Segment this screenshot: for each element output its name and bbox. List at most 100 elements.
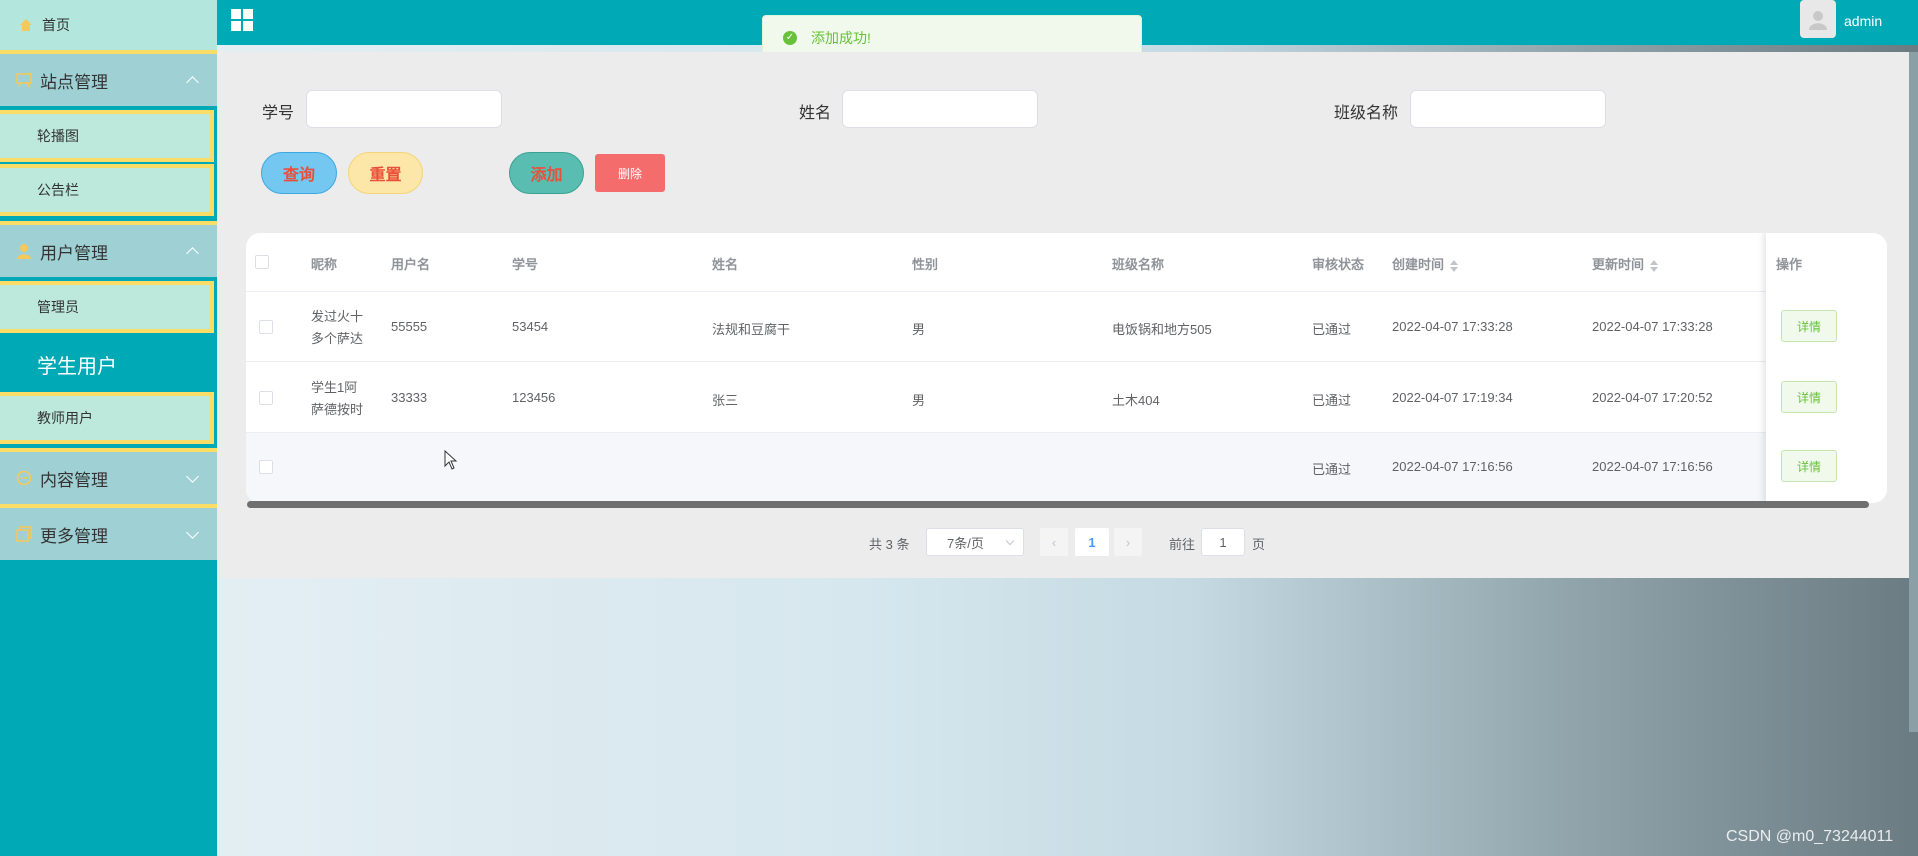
menu-grid-icon[interactable] bbox=[231, 9, 253, 31]
chevron-down-icon bbox=[186, 470, 199, 483]
user-name[interactable]: admin bbox=[1844, 13, 1882, 29]
content-panel: 学号 姓名 班级名称 查询 重置 添加 删除 昵称 用户名 学号 姓名 性别 班… bbox=[217, 52, 1909, 578]
delete-button[interactable]: 删除 bbox=[595, 154, 665, 192]
pagination-total: 共 3 条 bbox=[869, 537, 910, 552]
col-action: 操作 bbox=[1776, 257, 1803, 272]
next-page-button[interactable]: › bbox=[1114, 528, 1142, 556]
reset-button[interactable]: 重置 bbox=[348, 152, 423, 194]
col-name: 姓名 bbox=[712, 257, 739, 272]
sidebar-item-label: 教师用户 bbox=[37, 410, 93, 426]
select-all-checkbox[interactable] bbox=[255, 255, 269, 269]
sidebar-item-label: 学生用户 bbox=[37, 355, 117, 378]
col-username: 用户名 bbox=[391, 257, 431, 272]
table-header: 昵称 用户名 学号 姓名 性别 班级名称 审核状态 创建时间 更新时间 bbox=[246, 233, 1887, 292]
col-created-label: 创建时间 bbox=[1392, 257, 1445, 272]
detail-button[interactable]: 详情 bbox=[1781, 450, 1837, 482]
table-row: 已通过 2022-04-07 17:16:56 2022-04-07 17:16… bbox=[246, 433, 1887, 503]
col-updated[interactable]: 更新时间 bbox=[1592, 254, 1659, 273]
user-icon bbox=[14, 241, 34, 261]
cell-status: 已通过 bbox=[1312, 393, 1352, 408]
add-button[interactable]: 添加 bbox=[509, 152, 584, 194]
sidebar-group-users[interactable]: 用户管理 bbox=[0, 221, 217, 277]
table-row: 发过火十 多个萨达 55555 53454 法规和豆腐干 男 电饭锅和地方505… bbox=[246, 291, 1887, 362]
nickname-line: 多个萨达 bbox=[311, 331, 364, 346]
col-status: 审核状态 bbox=[1312, 257, 1365, 272]
cell-student-id: 123456 bbox=[512, 390, 556, 405]
row-checkbox[interactable] bbox=[259, 391, 273, 405]
right-edge bbox=[1909, 52, 1918, 732]
col-created[interactable]: 创建时间 bbox=[1392, 254, 1459, 273]
student-id-label: 学号 bbox=[262, 105, 295, 122]
name-input[interactable] bbox=[842, 90, 1038, 128]
goto-label: 前往 bbox=[1169, 537, 1196, 552]
sidebar-item-student-users[interactable]: 学生用户 bbox=[0, 338, 211, 390]
col-class: 班级名称 bbox=[1112, 257, 1165, 272]
sort-icon[interactable] bbox=[1650, 259, 1659, 272]
sidebar-group-label: 站点管理 bbox=[40, 72, 108, 92]
nickname-line: 发过火十 bbox=[311, 309, 364, 324]
page-size-select[interactable]: 7条/页 bbox=[926, 528, 1024, 556]
cell-status: 已通过 bbox=[1312, 462, 1352, 477]
detail-button[interactable]: 详情 bbox=[1781, 381, 1837, 413]
cell-username: 33333 bbox=[391, 390, 428, 405]
col-updated-label: 更新时间 bbox=[1592, 257, 1645, 272]
class-input[interactable] bbox=[1410, 90, 1606, 128]
col-gender: 性别 bbox=[912, 257, 939, 272]
action-column: 操作 详情 详情 详情 bbox=[1766, 233, 1887, 503]
class-label: 班级名称 bbox=[1334, 105, 1399, 122]
horizontal-scrollbar[interactable] bbox=[247, 501, 1869, 508]
cell-name: 法规和豆腐干 bbox=[712, 322, 791, 337]
chevron-up-icon bbox=[186, 76, 199, 89]
mouse-cursor-icon bbox=[444, 449, 458, 473]
sidebar-item-carousel[interactable]: 轮播图 bbox=[0, 110, 214, 162]
row-checkbox[interactable] bbox=[259, 320, 273, 334]
page-unit-label: 页 bbox=[1252, 537, 1266, 552]
sidebar-group-label: 内容管理 bbox=[40, 470, 108, 490]
goto-page-input[interactable]: 1 bbox=[1201, 528, 1245, 556]
cell-student-id: 53454 bbox=[512, 319, 549, 334]
query-button[interactable]: 查询 bbox=[261, 152, 337, 194]
cell-gender: 男 bbox=[912, 393, 926, 408]
sidebar-item-notice[interactable]: 公告栏 bbox=[0, 164, 214, 216]
col-student-id: 学号 bbox=[512, 257, 539, 272]
prev-page-button[interactable]: ‹ bbox=[1040, 528, 1068, 556]
sidebar-group-content[interactable]: 内容管理 bbox=[0, 448, 217, 504]
chevron-up-icon bbox=[186, 247, 199, 260]
sidebar: 首页 站点管理 轮播图 公告栏 用户管理 管理员 学生用户 教师用户 内容管理 bbox=[0, 0, 217, 856]
cell-created: 2022-04-07 17:33:28 bbox=[1392, 319, 1513, 334]
chat-icon bbox=[14, 468, 34, 488]
sidebar-item-home[interactable]: 首页 bbox=[0, 0, 217, 50]
cell-nickname: 发过火十 多个萨达 bbox=[311, 306, 363, 350]
detail-button[interactable]: 详情 bbox=[1781, 310, 1837, 342]
sidebar-item-admin[interactable]: 管理员 bbox=[0, 281, 214, 333]
chevron-down-icon bbox=[1005, 536, 1015, 546]
nickname-line: 萨德按时 bbox=[311, 402, 364, 417]
sidebar-item-label: 管理员 bbox=[37, 299, 79, 315]
cell-updated: 2022-04-07 17:33:28 bbox=[1592, 319, 1713, 334]
board-icon bbox=[14, 70, 34, 90]
watermark: CSDN @m0_73244011 bbox=[1726, 828, 1894, 845]
cell-status: 已通过 bbox=[1312, 322, 1352, 337]
avatar[interactable] bbox=[1800, 0, 1836, 38]
copy-icon bbox=[14, 524, 34, 544]
page-number-current[interactable]: 1 bbox=[1075, 528, 1109, 556]
sidebar-item-teacher-users[interactable]: 教师用户 bbox=[0, 392, 214, 444]
home-icon bbox=[16, 15, 36, 35]
student-table: 昵称 用户名 学号 姓名 性别 班级名称 审核状态 创建时间 更新时间 发过火十… bbox=[246, 233, 1887, 503]
row-checkbox[interactable] bbox=[259, 460, 273, 474]
cell-name: 张三 bbox=[712, 393, 739, 408]
sidebar-group-more[interactable]: 更多管理 bbox=[0, 504, 217, 560]
sidebar-group-site[interactable]: 站点管理 bbox=[0, 50, 217, 106]
sidebar-item-label: 轮播图 bbox=[37, 128, 79, 144]
cell-class: 电饭锅和地方505 bbox=[1112, 322, 1212, 337]
toast-message: 添加成功! bbox=[811, 29, 871, 46]
chevron-down-icon bbox=[186, 526, 199, 539]
table-row: 学生1阿 萨德按时 33333 123456 张三 男 土木404 已通过 20… bbox=[246, 362, 1887, 433]
page-size-value: 7条/页 bbox=[947, 535, 984, 551]
cell-created: 2022-04-07 17:16:56 bbox=[1392, 459, 1513, 474]
student-id-input[interactable] bbox=[306, 90, 502, 128]
sidebar-group-label: 用户管理 bbox=[40, 243, 108, 263]
cell-created: 2022-04-07 17:19:34 bbox=[1392, 390, 1513, 405]
sort-icon[interactable] bbox=[1450, 259, 1459, 272]
cell-username: 55555 bbox=[391, 319, 428, 334]
